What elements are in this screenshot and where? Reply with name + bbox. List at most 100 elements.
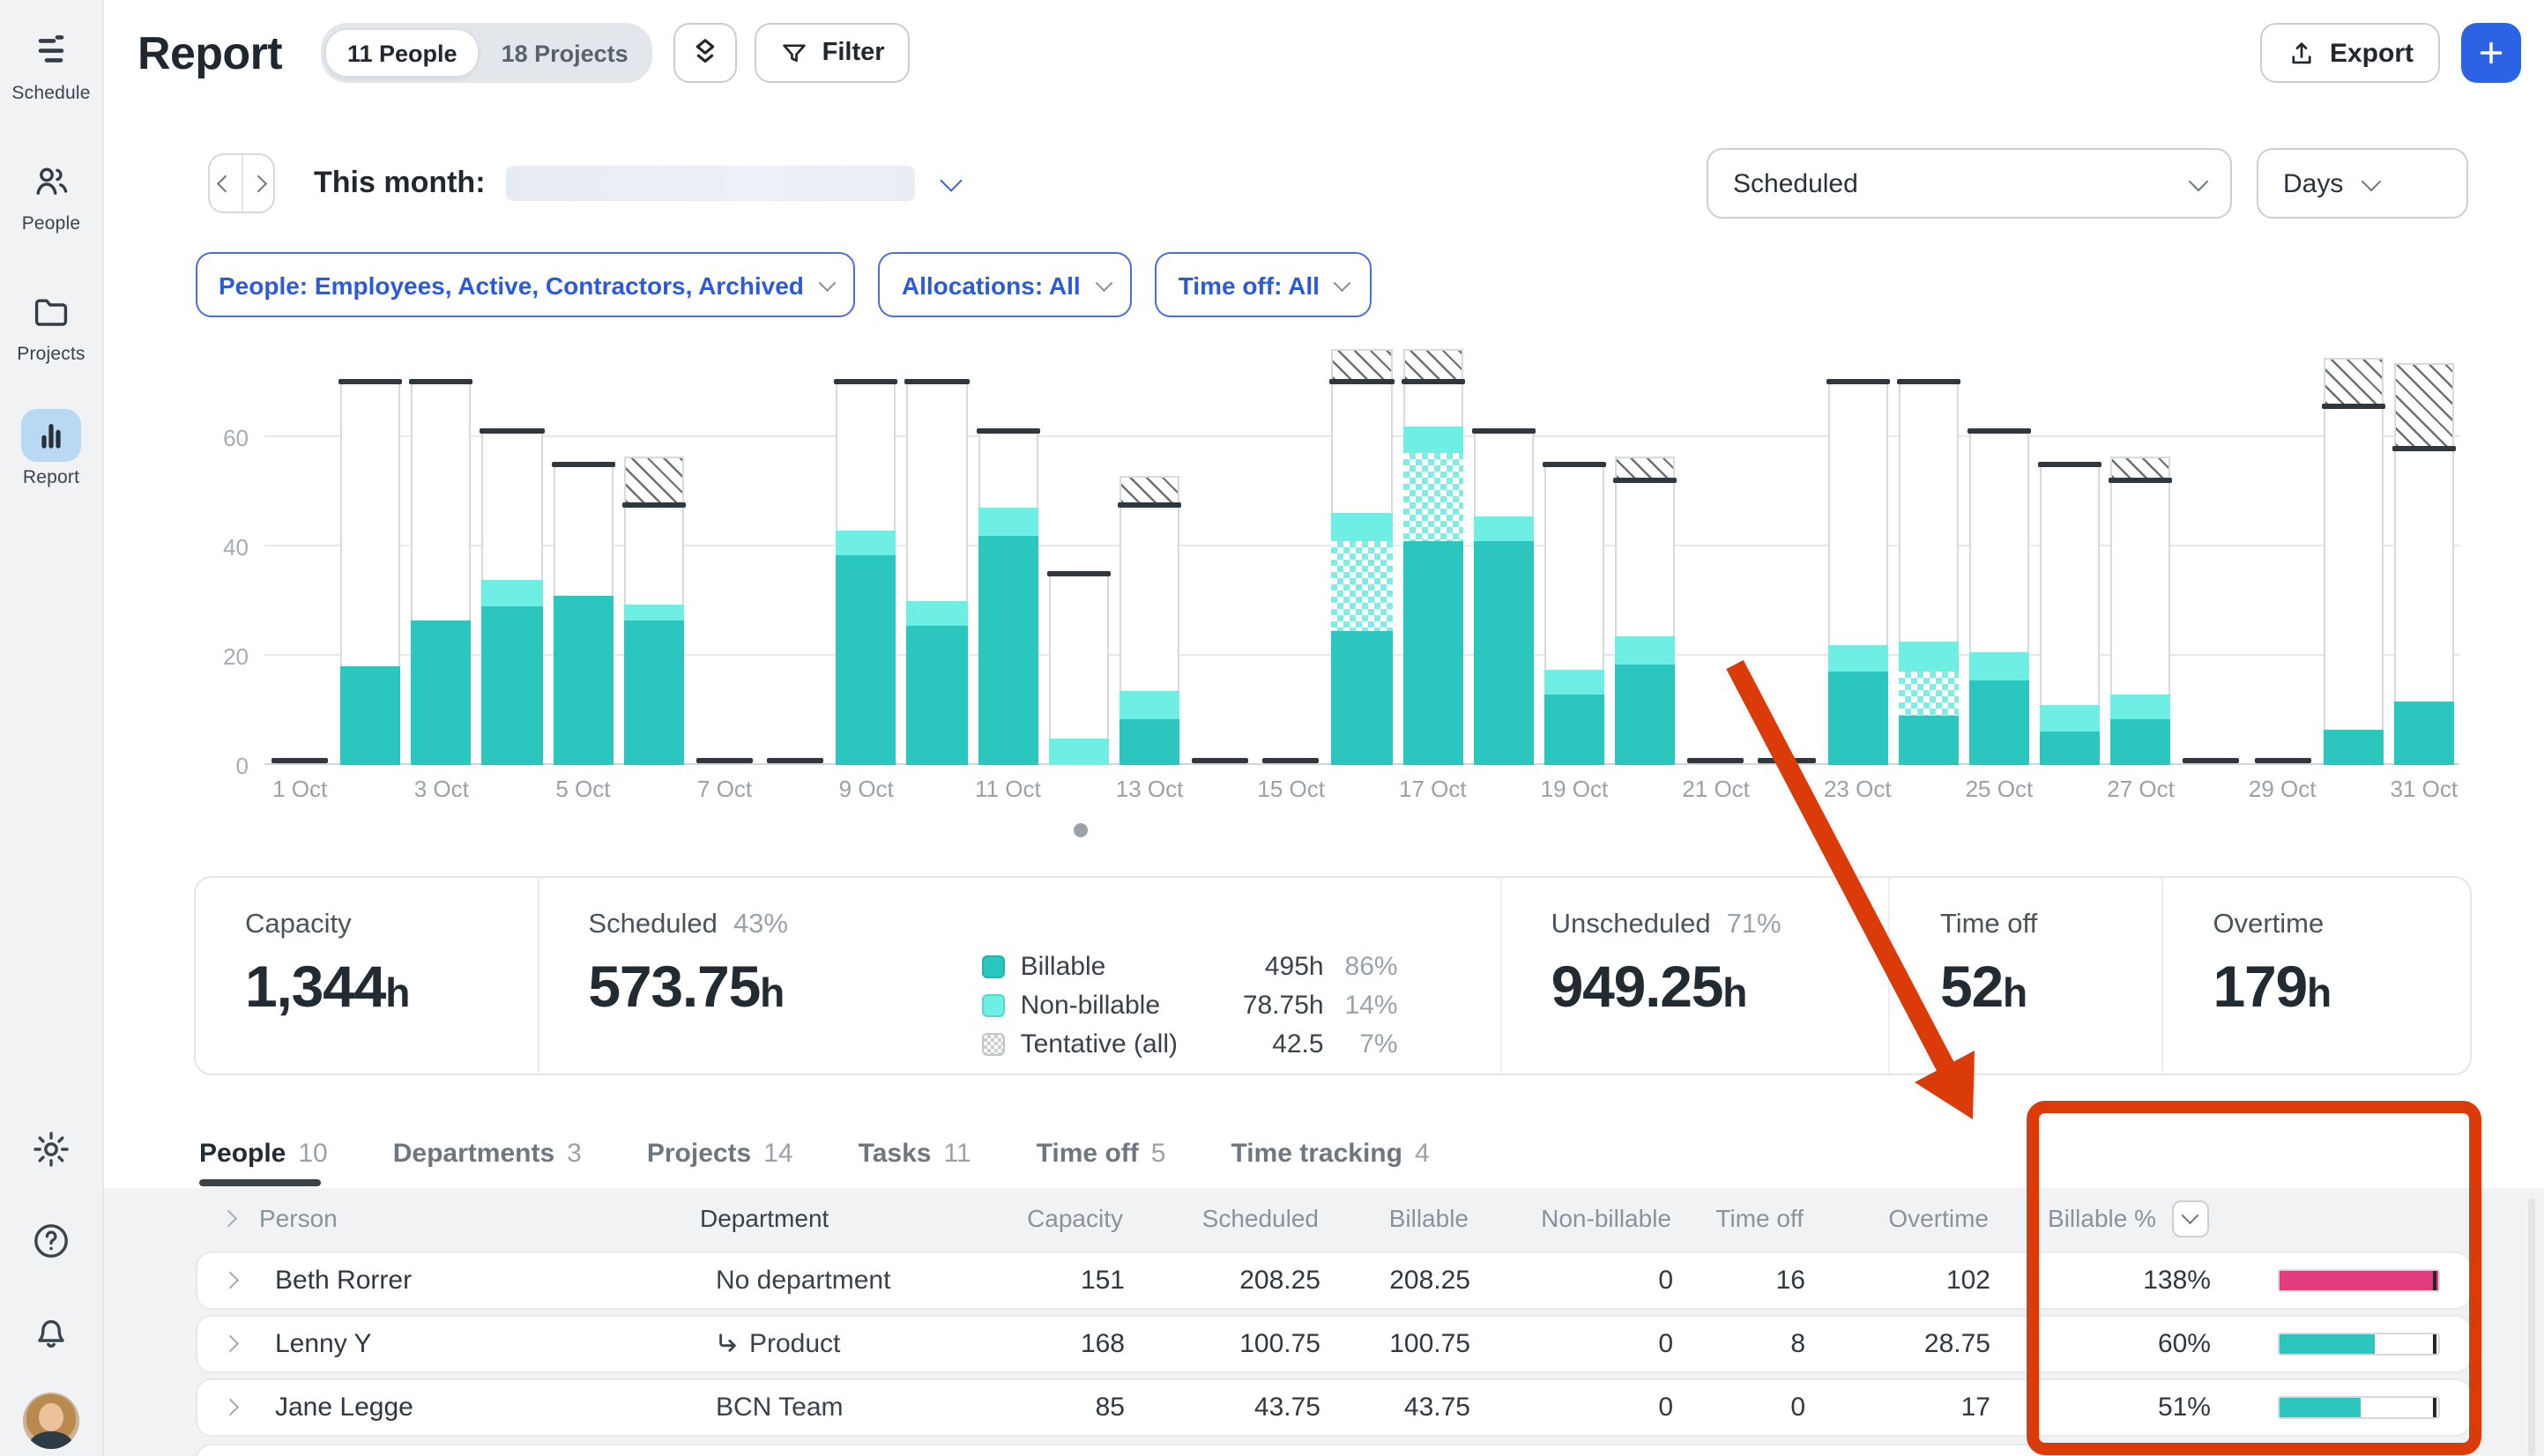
sidebar-item-report[interactable]: Report	[0, 409, 102, 488]
expand-all-button[interactable]	[196, 1209, 259, 1227]
chart-bar-11-oct[interactable]	[972, 338, 1043, 765]
column-header-department[interactable]: Department	[700, 1204, 1000, 1232]
toggle-projects[interactable]: 18 Projects	[480, 30, 650, 76]
tab-people[interactable]: People 10	[199, 1123, 328, 1186]
summary-cards: Capacity 1,344h Scheduled 43% 573.75h Bil…	[194, 876, 2472, 1075]
column-header-person[interactable]: Person	[259, 1204, 700, 1232]
table-row-partial[interactable]	[196, 1444, 2472, 1456]
next-period-button[interactable]	[242, 155, 273, 212]
table-row-lenny-y[interactable]: Lenny Y Product 168 100.75 100.75 0 8 28.75 60%	[196, 1315, 2472, 1373]
allocations-filter-pill[interactable]: Allocations: All	[878, 252, 1133, 317]
tentative-billable-segment	[1898, 672, 1959, 717]
timeoff-filter-pill[interactable]: Time off: All	[1155, 252, 1372, 317]
chart-bar-31-oct[interactable]	[2389, 338, 2459, 765]
chart-bar-6-oct[interactable]	[619, 338, 689, 765]
notifications-button[interactable]	[0, 1311, 102, 1354]
capacity-cap-line	[1117, 502, 1182, 509]
column-header-non_billable[interactable]: Non-billable	[1469, 1204, 1671, 1232]
filter-button[interactable]: Filter	[755, 23, 910, 83]
period-value-redacted[interactable]	[506, 166, 916, 201]
weekend-dash	[1192, 757, 1249, 763]
chart-bar-20-oct[interactable]	[1610, 338, 1680, 765]
chart-bar-23-oct[interactable]	[1822, 338, 1893, 765]
weekend-dash	[696, 757, 754, 763]
solid-swatch-icon	[981, 955, 1005, 978]
period-nav	[208, 153, 275, 213]
non-billable-segment	[2040, 704, 2101, 732]
tab-projects[interactable]: Projects 14	[647, 1123, 793, 1183]
chart-bar-5-oct[interactable]	[547, 338, 618, 765]
column-header-time_off[interactable]: Time off	[1671, 1204, 1804, 1232]
billable-pct-options-button[interactable]	[2172, 1200, 2209, 1237]
expand-row-button[interactable]	[197, 1335, 261, 1353]
expand-row-button[interactable]	[197, 1399, 261, 1416]
toggle-people[interactable]: 11 People	[324, 28, 480, 78]
billable-pct-cell: 51%	[2157, 1393, 2211, 1423]
tab-label: Time off	[1036, 1138, 1139, 1168]
chart-bar-16-oct[interactable]	[1327, 338, 1397, 765]
chart-bar-1-oct[interactable]	[264, 338, 335, 765]
chart-bar-24-oct[interactable]	[1893, 338, 1963, 765]
tab-tasks[interactable]: Tasks 11	[859, 1123, 971, 1183]
chart-bar-27-oct[interactable]	[2105, 338, 2176, 765]
x-axis-label: 23 Oct	[1823, 776, 1892, 802]
chart-bar-2-oct[interactable]	[335, 338, 405, 765]
sidebar-item-schedule[interactable]: Schedule	[0, 25, 102, 104]
chart-bar-4-oct[interactable]	[477, 338, 547, 765]
period-chevron-down-icon[interactable]	[940, 169, 963, 192]
chart-bar-30-oct[interactable]	[2317, 338, 2388, 765]
table-row-beth-rorrer[interactable]: Beth Rorrer No department 151 208.25 208.25 0…	[196, 1252, 2472, 1310]
expand-row-button[interactable]	[197, 1272, 261, 1289]
tentative-overflow-segment	[2393, 363, 2454, 446]
chart-bar-18-oct[interactable]	[1468, 338, 1538, 765]
add-button[interactable]	[2461, 23, 2521, 83]
column-header-capacity[interactable]: Capacity	[1000, 1204, 1123, 1232]
chart-bar-8-oct[interactable]	[760, 338, 830, 765]
column-header-overtime[interactable]: Overtime	[1804, 1204, 1989, 1232]
chart-bar-19-oct[interactable]	[1539, 338, 1610, 765]
people-icon	[21, 155, 81, 208]
tentative-overflow-segment	[1402, 349, 1463, 380]
export-button[interactable]: Export	[2260, 23, 2440, 83]
capacity-cap-line	[2038, 461, 2102, 467]
column-header-billable[interactable]: Billable	[1319, 1204, 1469, 1232]
column-header-scheduled[interactable]: Scheduled	[1123, 1204, 1319, 1232]
settings-button[interactable]	[0, 1128, 102, 1170]
chart-bar-3-oct[interactable]	[406, 338, 477, 765]
help-button[interactable]	[0, 1220, 102, 1262]
mode-select[interactable]: Scheduled	[1707, 148, 2232, 219]
chart-bar-28-oct[interactable]	[2176, 338, 2247, 765]
chart-bar-7-oct[interactable]	[689, 338, 760, 765]
scrollbar[interactable]	[2528, 1199, 2535, 1456]
chart-bar-21-oct[interactable]	[1680, 338, 1751, 765]
chart-bar-29-oct[interactable]	[2247, 338, 2317, 765]
tab-time-tracking[interactable]: Time tracking 4	[1231, 1123, 1429, 1183]
user-menu[interactable]	[0, 1393, 102, 1449]
chart-bar-25-oct[interactable]	[1964, 338, 2034, 765]
chart-bar-22-oct[interactable]	[1752, 338, 1822, 765]
chart-bar-14-oct[interactable]	[1185, 338, 1255, 765]
chevron-right-icon	[220, 1272, 238, 1289]
tab-time-off[interactable]: Time off 5	[1037, 1123, 1166, 1183]
app: Schedule People Projects Report Report 1…	[0, 0, 2544, 1456]
chart-bar-12-oct[interactable]	[1044, 338, 1114, 765]
chart-bar-17-oct[interactable]	[1397, 338, 1468, 765]
chevron-down-icon	[2182, 1207, 2199, 1224]
chart-bar-10-oct[interactable]	[902, 338, 972, 765]
sidebar: Schedule People Projects Report	[0, 0, 104, 1456]
layers-button[interactable]	[673, 23, 738, 83]
prev-period-button[interactable]	[210, 155, 242, 212]
chart-bar-26-oct[interactable]	[2034, 338, 2105, 765]
chart-bar-9-oct[interactable]	[831, 338, 902, 765]
tab-departments[interactable]: Departments 3	[393, 1123, 582, 1183]
table-row-jane-legge[interactable]: Jane Legge BCN Team 85 43.75 43.75 0 0 17 51%	[196, 1378, 2472, 1437]
people-filter-pill[interactable]: People: Employees, Active, Contractors, …	[196, 252, 856, 317]
overtime-value: 179h	[2213, 954, 2332, 1019]
chart-bar-15-oct[interactable]	[1256, 338, 1327, 765]
sidebar-item-people[interactable]: People	[0, 155, 102, 234]
sidebar-item-projects[interactable]: Projects	[0, 286, 102, 365]
hundred-pct-tick	[2432, 1398, 2436, 1417]
chart-bar-13-oct[interactable]	[1114, 338, 1185, 765]
chart-pagination-dot[interactable]	[1074, 823, 1088, 837]
unit-select[interactable]: Days	[2257, 148, 2468, 219]
